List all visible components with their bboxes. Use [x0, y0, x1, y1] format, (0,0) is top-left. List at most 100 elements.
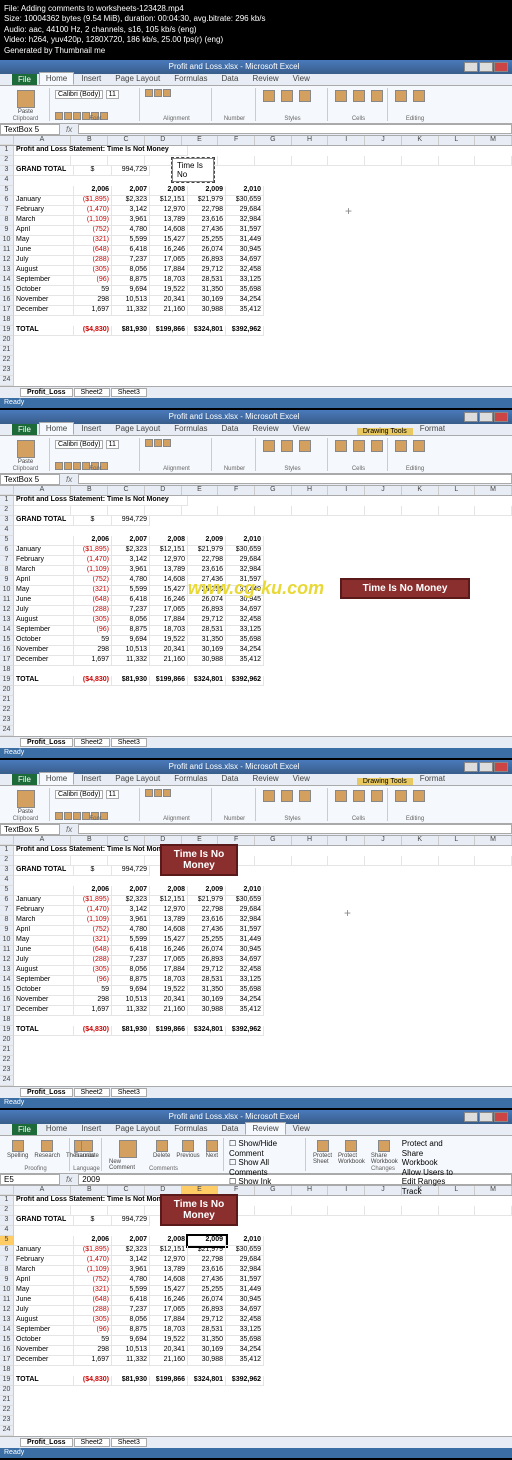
data-cell[interactable]: (321): [74, 236, 112, 246]
total-cell[interactable]: $392,962: [226, 676, 264, 686]
month-label[interactable]: March: [14, 916, 74, 926]
data-cell[interactable]: 1,697: [74, 656, 112, 666]
data-cell[interactable]: 32,984: [226, 1266, 264, 1276]
data-cell[interactable]: 31,449: [226, 1286, 264, 1296]
data-cell[interactable]: 9,694: [112, 1336, 150, 1346]
data-cell[interactable]: (648): [74, 946, 112, 956]
col-header-A[interactable]: A: [14, 836, 72, 845]
data-cell[interactable]: 8,875: [112, 276, 150, 286]
data-cell[interactable]: ($1,895): [74, 196, 112, 206]
data-cell[interactable]: 19,522: [150, 986, 188, 996]
col-header-K[interactable]: K: [402, 486, 439, 495]
data-cell[interactable]: 5,599: [112, 586, 150, 596]
data-cell[interactable]: 10,513: [112, 296, 150, 306]
data-cell[interactable]: 22,798: [188, 206, 226, 216]
align-right-icon[interactable]: [163, 789, 171, 797]
data-cell[interactable]: 30,945: [226, 1296, 264, 1306]
tab-data[interactable]: Data: [215, 772, 246, 785]
format-table-button[interactable]: [279, 89, 295, 103]
data-cell[interactable]: 3,142: [112, 556, 150, 566]
data-cell[interactable]: 14,608: [150, 576, 188, 586]
data-cell[interactable]: (305): [74, 1316, 112, 1326]
data-cell[interactable]: 17,065: [150, 606, 188, 616]
cell-styles-button[interactable]: [297, 439, 313, 453]
paste-button[interactable]: Paste: [5, 89, 46, 116]
month-label[interactable]: October: [14, 286, 74, 296]
col-header-L[interactable]: L: [439, 836, 476, 845]
col-header-H[interactable]: H: [292, 486, 329, 495]
col-header-C[interactable]: C: [108, 136, 145, 145]
month-label[interactable]: July: [14, 256, 74, 266]
col-header-D[interactable]: D: [145, 486, 182, 495]
data-cell[interactable]: 11,332: [112, 1006, 150, 1016]
data-cell[interactable]: 15,427: [150, 936, 188, 946]
font-name-select[interactable]: Calibri (Body): [55, 790, 103, 799]
month-label[interactable]: November: [14, 1346, 74, 1356]
sheet-tab-3[interactable]: Sheet3: [111, 1088, 147, 1097]
data-cell[interactable]: (1,109): [74, 216, 112, 226]
tab-insert[interactable]: Insert: [74, 72, 108, 85]
data-cell[interactable]: 59: [74, 636, 112, 646]
data-cell[interactable]: 23,616: [188, 916, 226, 926]
translate-button[interactable]: Translate: [75, 1139, 98, 1160]
month-label[interactable]: June: [14, 596, 74, 606]
col-header-G[interactable]: G: [255, 486, 292, 495]
data-cell[interactable]: 35,698: [226, 286, 264, 296]
data-cell[interactable]: $30,659: [226, 1246, 264, 1256]
data-cell[interactable]: 9,694: [112, 636, 150, 646]
data-cell[interactable]: 32,458: [226, 266, 264, 276]
col-header-H[interactable]: H: [292, 136, 329, 145]
data-cell[interactable]: 17,884: [150, 1316, 188, 1326]
data-cell[interactable]: 25,255: [188, 236, 226, 246]
month-label[interactable]: May: [14, 236, 74, 246]
data-cell[interactable]: 12,970: [150, 1256, 188, 1266]
data-cell[interactable]: 59: [74, 1336, 112, 1346]
tab-review[interactable]: Review: [245, 72, 285, 85]
tab-view[interactable]: View: [286, 72, 317, 85]
doc-title-cell[interactable]: Profit and Loss Statement: Time Is Not M…: [14, 496, 188, 506]
col-header-G[interactable]: G: [255, 1186, 292, 1195]
data-cell[interactable]: 29,684: [226, 906, 264, 916]
data-cell[interactable]: 28,531: [188, 276, 226, 286]
data-cell[interactable]: 8,875: [112, 1326, 150, 1336]
total-cell[interactable]: ($4,830): [74, 1376, 112, 1386]
data-cell[interactable]: 31,350: [188, 636, 226, 646]
data-cell[interactable]: $12,151: [150, 196, 188, 206]
data-cell[interactable]: (752): [74, 576, 112, 586]
formula-input[interactable]: [78, 474, 512, 484]
contextual-tab[interactable]: Drawing Tools: [357, 428, 413, 435]
data-cell[interactable]: (752): [74, 1276, 112, 1286]
data-cell[interactable]: 1,697: [74, 1006, 112, 1016]
total-label[interactable]: TOTAL: [14, 1026, 74, 1036]
data-cell[interactable]: 4,780: [112, 576, 150, 586]
data-cell[interactable]: 6,418: [112, 596, 150, 606]
data-cell[interactable]: 17,065: [150, 256, 188, 266]
format-table-button[interactable]: [279, 789, 295, 803]
month-label[interactable]: December: [14, 1006, 74, 1016]
data-cell[interactable]: 21,160: [150, 656, 188, 666]
data-cell[interactable]: (96): [74, 1326, 112, 1336]
data-cell[interactable]: 30,169: [188, 646, 226, 656]
data-cell[interactable]: 14,608: [150, 226, 188, 236]
maximize-icon[interactable]: [479, 1112, 493, 1122]
formula-input[interactable]: [78, 124, 512, 134]
total-cell[interactable]: $324,801: [188, 676, 226, 686]
data-cell[interactable]: 15,427: [150, 1286, 188, 1296]
data-cell[interactable]: 35,698: [226, 636, 264, 646]
close-icon[interactable]: [494, 1112, 508, 1122]
col-header-M[interactable]: M: [475, 486, 512, 495]
col-header-K[interactable]: K: [402, 836, 439, 845]
name-box[interactable]: E5: [0, 1174, 60, 1185]
callout-textbox[interactable]: Time Is No Money: [340, 578, 470, 599]
data-cell[interactable]: (96): [74, 626, 112, 636]
total-cell[interactable]: ($4,830): [74, 326, 112, 336]
year-header[interactable]: 2,008: [150, 1236, 188, 1246]
worksheet-grid[interactable]: 1Profit and Loss Statement: Time Is Not …: [0, 496, 512, 736]
data-cell[interactable]: 34,697: [226, 256, 264, 266]
sort-filter-button[interactable]: [393, 89, 409, 103]
data-cell[interactable]: 28,531: [188, 1326, 226, 1336]
tab-formulas[interactable]: Formulas: [167, 422, 214, 435]
data-cell[interactable]: 12,970: [150, 906, 188, 916]
year-header[interactable]: 2,009: [188, 536, 226, 546]
sheet-tab-2[interactable]: Sheet2: [74, 738, 110, 747]
